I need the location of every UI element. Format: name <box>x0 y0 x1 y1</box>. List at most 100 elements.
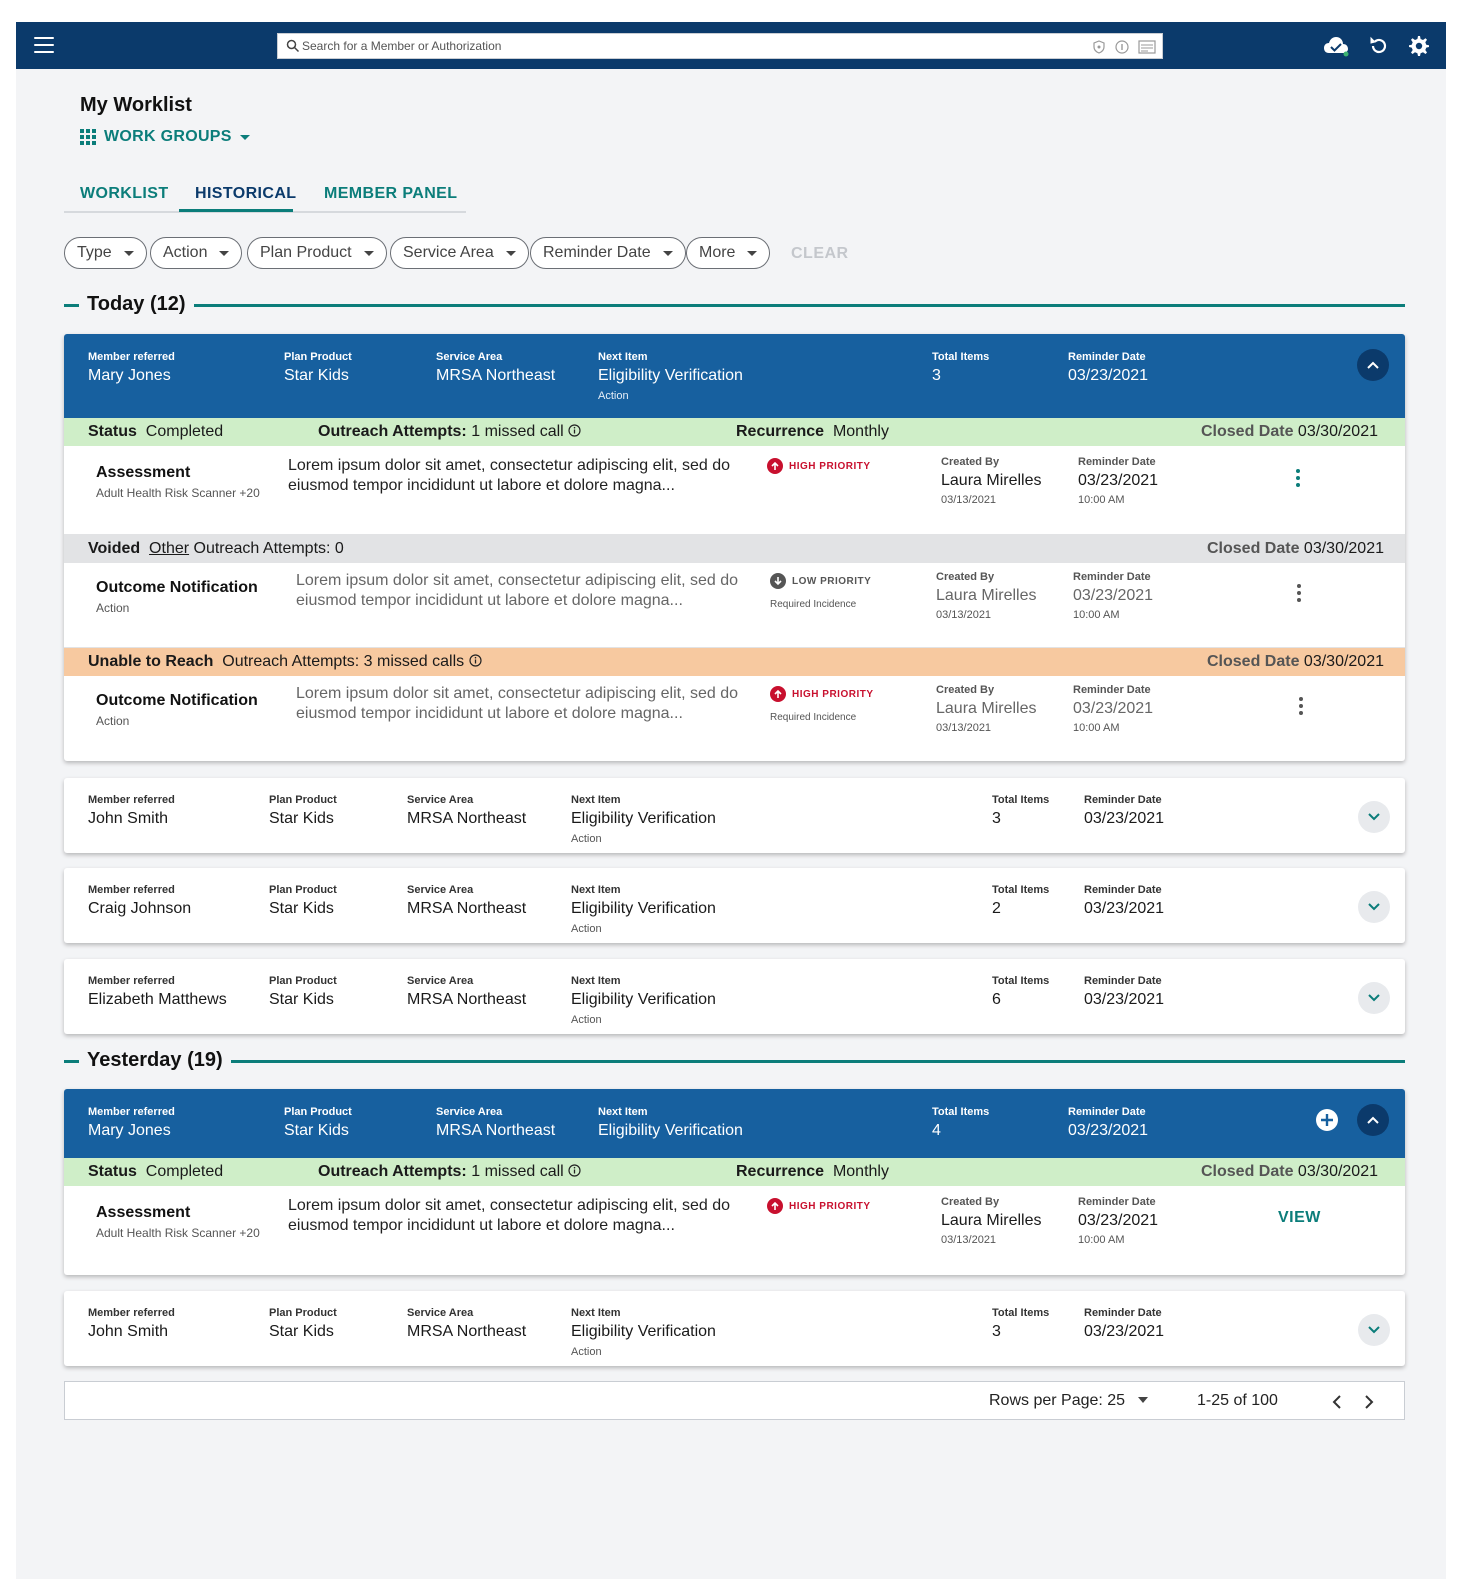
next-item-value: Eligibility Verification <box>598 367 743 384</box>
add-circle-icon[interactable] <box>1315 1108 1339 1132</box>
status-link[interactable]: Other <box>149 540 189 557</box>
item-title: Assessment <box>96 1204 191 1221</box>
field-label: Next Item <box>598 351 648 363</box>
more-options-icon[interactable] <box>1288 466 1308 490</box>
expand-button[interactable] <box>1358 891 1390 923</box>
info-icon[interactable] <box>468 654 482 667</box>
filter-chip-action[interactable]: Action <box>150 237 243 269</box>
tab-historical[interactable]: HISTORICAL <box>195 185 296 203</box>
plan-field: Plan Product Star Kids <box>269 1307 337 1341</box>
meta-label: Reminder Date <box>1073 571 1151 583</box>
closed-date-value: 03/30/2021 <box>1303 540 1384 557</box>
section-header-today: Today (12) <box>64 293 1405 317</box>
chevron-down-icon <box>1368 994 1380 1002</box>
section-divider <box>228 1060 1405 1063</box>
expand-button[interactable] <box>1358 982 1390 1014</box>
plan-value: Star Kids <box>269 900 334 917</box>
field-label: Total Items <box>932 1106 990 1118</box>
status-bar-completed: Status Completed Outreach Attempts: 1 mi… <box>64 1158 1405 1186</box>
chevron-down-icon <box>662 250 673 256</box>
chevron-down-icon <box>1368 1326 1380 1334</box>
recurrence-value: Monthly <box>832 1163 889 1180</box>
outreach-info: Outreach Attempts: 1 missed call <box>318 423 581 441</box>
outreach-info: Outreach Attempts: 1 missed call <box>318 1163 581 1181</box>
reminder-time: 10:00 AM <box>1078 1234 1125 1246</box>
next-item-type: Action <box>571 1014 602 1026</box>
info-icon[interactable] <box>1115 40 1129 54</box>
reminder-block: Reminder Date 03/23/2021 10:00 AM <box>1073 684 1153 734</box>
collapse-button[interactable] <box>1357 1104 1389 1136</box>
card-header[interactable]: Member referred Mary Jones Plan Product St… <box>64 334 1405 418</box>
chevron-left-icon[interactable] <box>1332 1395 1342 1409</box>
priority-badge: LOW PRIORITY <box>770 573 871 589</box>
filter-chip-plan-product[interactable]: Plan Product <box>247 237 387 269</box>
clear-filters-button[interactable]: CLEAR <box>791 245 849 263</box>
worklist-card-collapsed[interactable]: Member referred Craig Johnson Plan Produc… <box>64 868 1405 943</box>
shield-icon[interactable] <box>1092 40 1106 54</box>
search-input[interactable] <box>302 35 1082 57</box>
status-value: Voided <box>88 540 141 557</box>
creator-name: Laura Mirelles <box>941 1212 1042 1229</box>
collapse-button[interactable] <box>1357 349 1389 381</box>
more-options-icon[interactable] <box>1289 581 1309 605</box>
expand-button[interactable] <box>1358 801 1390 833</box>
search-bar[interactable] <box>277 33 1163 59</box>
field-label: Next Item <box>571 884 621 896</box>
member-name: Mary Jones <box>88 1122 171 1139</box>
work-groups-button[interactable]: WORK GROUPS <box>80 128 250 146</box>
creator-name: Laura Mirelles <box>936 700 1037 717</box>
next-item-field: Next Item Eligibility Verification Action <box>571 1307 716 1358</box>
chevron-down-icon <box>747 250 758 256</box>
refresh-icon[interactable] <box>1367 34 1391 58</box>
worklist-card-collapsed[interactable]: Member referred John Smith Plan Product St… <box>64 778 1405 853</box>
status-info: Voided Other Outreach Attempts: 0 <box>88 540 344 558</box>
filter-chip-more[interactable]: More <box>686 237 771 269</box>
tab-worklist[interactable]: WORKLIST <box>80 185 169 203</box>
card-header[interactable]: Member referred Mary Jones Plan Product St… <box>64 1089 1405 1158</box>
info-icon[interactable] <box>568 1164 581 1177</box>
plan-value: Star Kids <box>269 991 334 1008</box>
gear-icon[interactable] <box>1406 34 1430 58</box>
filter-chip-service-area[interactable]: Service Area <box>390 237 529 269</box>
card-icon[interactable] <box>1138 40 1156 54</box>
rows-per-page-select[interactable]: Rows per Page: 25 <box>989 1392 1148 1410</box>
info-icon[interactable] <box>568 424 581 437</box>
field-label: Total Items <box>992 975 1050 987</box>
card-header: Member referred Craig Johnson Plan Produc… <box>64 868 1405 943</box>
status-bar-unable-to-reach: Unable to Reach Outreach Attempts: 3 mis… <box>64 648 1405 676</box>
rows-per-page-label: Rows per Page: 25 <box>989 1392 1126 1409</box>
member-name: Elizabeth Matthews <box>88 991 227 1008</box>
filter-chip-type[interactable]: Type <box>64 237 147 269</box>
total-items-field: Total Items 2 <box>992 884 1049 918</box>
view-button[interactable]: VIEW <box>1278 1209 1321 1227</box>
work-item-row[interactable]: Assessment Adult Health Risk Scanner +20… <box>64 1186 1405 1275</box>
work-item-row[interactable]: Assessment Adult Health Risk Scanner +20… <box>64 446 1405 535</box>
next-item-type: Action <box>571 923 602 935</box>
reminder-date-value: 03/23/2021 <box>1084 900 1165 917</box>
pagination-bar: Rows per Page: 25 1-25 of 100 <box>64 1381 1405 1420</box>
work-item-row[interactable]: Outcome Notification Action Lorem ipsum … <box>64 676 1405 761</box>
filter-chip-reminder-date[interactable]: Reminder Date <box>530 237 686 269</box>
field-label: Member referred <box>88 1307 175 1319</box>
worklist-card-collapsed[interactable]: Member referred Elizabeth Matthews Plan P… <box>64 959 1405 1034</box>
cloud-check-icon[interactable] <box>1322 34 1350 58</box>
outreach-value: 1 missed call <box>471 423 564 440</box>
menu-icon[interactable] <box>34 37 54 53</box>
reminder-date-value: 03/23/2021 <box>1084 1323 1165 1340</box>
next-item-field: Next Item Eligibility Verification Action <box>571 794 716 845</box>
work-item-row[interactable]: Outcome Notification Action Lorem ipsum … <box>64 563 1405 648</box>
outreach-key: Outreach Attempts: <box>318 423 467 440</box>
recurrence-key: Recurrence <box>736 1163 825 1180</box>
tab-bar: WORKLIST HISTORICAL MEMBER PANEL <box>64 179 466 213</box>
field-label: Plan Product <box>269 884 337 896</box>
active-tab-indicator <box>179 209 293 212</box>
plan-field: Plan Product Star Kids <box>269 794 337 828</box>
expand-button[interactable] <box>1358 1314 1390 1346</box>
worklist-card-collapsed[interactable]: Member referred John Smith Plan Product St… <box>64 1291 1405 1366</box>
chevron-right-icon[interactable] <box>1364 1395 1374 1409</box>
reminder-time: 10:00 AM <box>1073 609 1120 621</box>
tab-member-panel[interactable]: MEMBER PANEL <box>324 185 457 203</box>
total-items-field: Total Items 3 <box>992 1307 1049 1341</box>
service-area-value: MRSA Northeast <box>407 1323 527 1340</box>
more-options-icon[interactable] <box>1291 694 1311 718</box>
